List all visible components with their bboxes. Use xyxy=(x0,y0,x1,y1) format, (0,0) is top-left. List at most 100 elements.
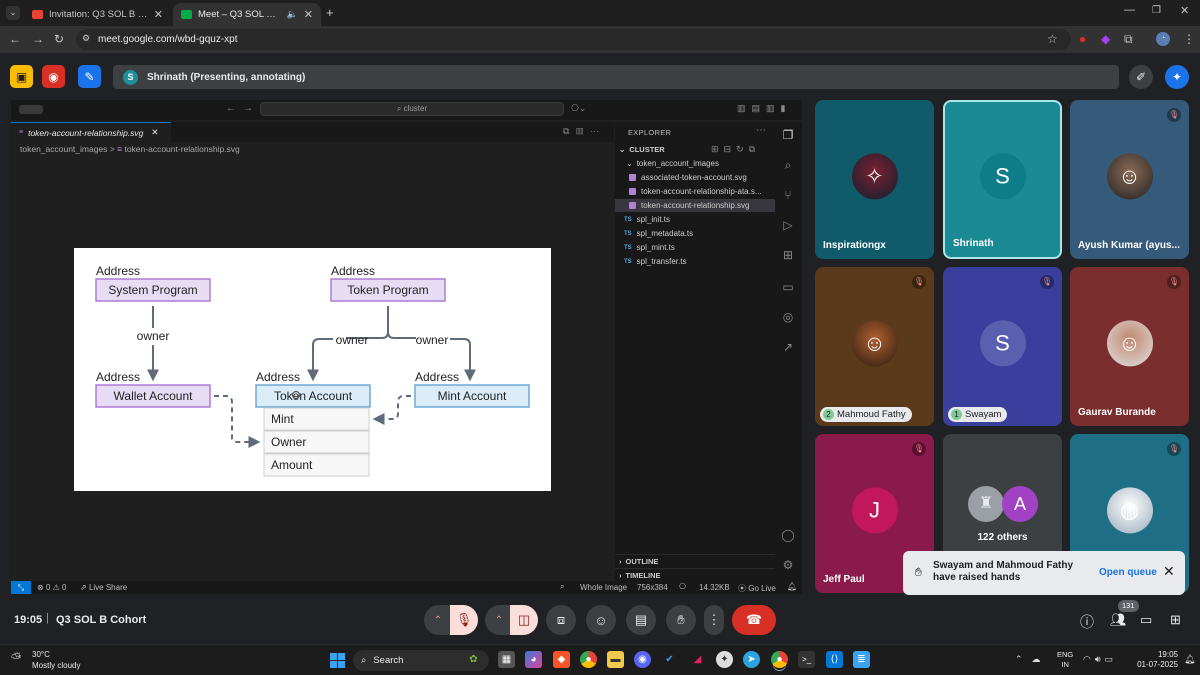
taskbar-clock[interactable]: 19:05 01-07-2025 xyxy=(1132,650,1178,670)
more-options-button[interactable]: ⋮ xyxy=(704,605,724,635)
participant-tile-gaurav[interactable]: 🎙︎ ☺ Gaurav Burande xyxy=(1070,267,1189,426)
timeline-section[interactable]: › TIMELINE xyxy=(615,568,775,581)
copilot-icon[interactable]: ⎔⌄ xyxy=(571,103,586,114)
address-bar[interactable]: meet.google.com/wbd-gquz-xpt xyxy=(76,29,1071,50)
live-share-icon[interactable]: ↗ xyxy=(781,340,795,354)
vscode-menu-icon[interactable] xyxy=(19,105,43,114)
wifi-volume-battery-icons[interactable]: ◠🔊︎▭ xyxy=(1083,654,1117,665)
record-icon[interactable]: ◉ xyxy=(42,65,65,88)
run-debug-icon[interactable]: ▷ xyxy=(781,218,795,232)
participant-tile-shrinath[interactable]: S Shrinath xyxy=(943,100,1062,259)
live-share-status[interactable]: ⇗ Live Share xyxy=(80,583,127,592)
meeting-info-icon[interactable]: ⓘ xyxy=(1080,612,1094,632)
participant-tile-mahmoud[interactable]: 🎙︎ ☺ 2 Mahmoud Fathy xyxy=(815,267,934,426)
speaker-icon[interactable]: 🔈 xyxy=(287,9,298,20)
problems-indicator[interactable]: ⊗ 0 ⚠ 0 xyxy=(37,583,66,592)
video-options-button[interactable]: ⌃ xyxy=(485,605,513,635)
file-row[interactable]: associated-token-account.svg xyxy=(615,171,775,184)
taskbar-chrome-active-icon[interactable]: ● xyxy=(771,651,788,668)
pen-annotation-icon[interactable]: ✐ xyxy=(1129,65,1153,89)
close-tab-icon[interactable]: ✕ xyxy=(304,8,313,21)
extension-red-icon[interactable]: ● xyxy=(1079,31,1086,47)
taskbar-todo-icon[interactable]: ✔ xyxy=(661,651,678,668)
taskbar-chrome-icon[interactable]: ● xyxy=(580,651,597,668)
new-tab-button[interactable]: + xyxy=(326,5,334,20)
close-window-button[interactable]: ✕ xyxy=(1180,4,1189,17)
close-toast-icon[interactable]: ✕ xyxy=(1163,563,1175,580)
extensions-icon[interactable]: ⊞ xyxy=(781,248,795,262)
open-queue-button[interactable]: Open queue xyxy=(1099,567,1157,578)
tab-gmail-invitation[interactable]: Invitation: Q3 SOL B Cohort @ ✕ xyxy=(24,3,171,26)
close-editor-icon[interactable]: ✕ xyxy=(151,127,158,138)
participant-tile-inspirationgx[interactable]: ✧ Inspirationgx xyxy=(815,100,934,259)
browser-menu-icon[interactable]: ⋮ xyxy=(1183,31,1195,47)
accounts-icon[interactable]: ◯ xyxy=(781,528,795,542)
go-live-button[interactable]: ⦿ Go Live xyxy=(738,583,776,594)
file-row-selected[interactable]: token-account-relationship.svg xyxy=(615,199,775,212)
taskbar-copilot-icon[interactable]: ◕ xyxy=(525,651,542,668)
zoom-icon[interactable]: ⌕ xyxy=(560,582,564,592)
explorer-more-icon[interactable]: ⋯ xyxy=(756,125,766,136)
taskbar-brave-icon[interactable]: ◆ xyxy=(553,651,570,668)
taskbar-app-circle-icon[interactable]: ✦ xyxy=(716,651,733,668)
file-row[interactable]: token-account-relationship-ata.s... xyxy=(615,185,775,198)
nav-back-icon[interactable]: ← xyxy=(226,103,236,114)
breadcrumb-file[interactable]: token-account-relationship.svg xyxy=(124,144,239,154)
explorer-root[interactable]: ⌄ CLUSTER ⊞⊟↻⧉ xyxy=(615,143,775,156)
reload-icon[interactable]: ↻ xyxy=(54,31,64,47)
editor-tab-svg[interactable]: ≡ token-account-relationship.svg ✕ xyxy=(11,122,171,142)
language-indicator[interactable]: ENG IN xyxy=(1057,650,1073,670)
profile-avatar[interactable]: ◔ xyxy=(1156,32,1170,46)
file-row[interactable]: TS spl_mint.ts xyxy=(615,241,775,254)
taskbar-notepad-icon[interactable]: ≣ xyxy=(853,651,870,668)
present-screen-button[interactable]: ⧈ xyxy=(546,605,576,635)
file-row[interactable]: TS spl_transfer.ts xyxy=(615,255,775,268)
taskbar-widgets-icon[interactable]: ▦ xyxy=(498,651,515,668)
stop-presenting-icon[interactable]: ▣ xyxy=(10,65,33,88)
back-icon[interactable]: ← xyxy=(9,31,21,47)
chat-icon[interactable]: ▭ xyxy=(1140,612,1152,628)
breadcrumb-folder[interactable]: token_account_images xyxy=(20,144,107,154)
extensions-puzzle-icon[interactable]: ⧉ xyxy=(1124,31,1133,47)
taskbar-discord-icon[interactable]: ◉ xyxy=(634,651,651,668)
remote-indicator-icon[interactable]: ⤡ xyxy=(11,581,31,594)
taskbar-plant-app-icon[interactable]: ✿ xyxy=(465,651,482,668)
participant-tile-ayush[interactable]: 🎙︎ ☺ Ayush Kumar (ayus... xyxy=(1070,100,1189,259)
audio-options-button[interactable]: ⌃ xyxy=(424,605,452,635)
taskbar-vscode-icon[interactable]: ⟨⟩ xyxy=(826,651,843,668)
people-icon[interactable]: 👥︎ xyxy=(1110,612,1127,628)
outline-section[interactable]: › OUTLINE xyxy=(615,554,775,567)
source-control-icon[interactable]: ⑂ xyxy=(781,188,795,202)
taskbar-telegram-icon[interactable]: ➤ xyxy=(743,651,760,668)
tab-search-icon[interactable]: ⌄ xyxy=(6,6,20,20)
taskbar-terminal-icon[interactable]: >_ xyxy=(798,651,815,668)
leave-call-button[interactable]: ☎ xyxy=(732,605,776,635)
captions-button[interactable]: ▤ xyxy=(626,605,656,635)
nav-forward-icon[interactable]: → xyxy=(243,103,253,114)
site-info-icon[interactable]: ⚙ xyxy=(82,33,90,44)
close-tab-icon[interactable]: ✕ xyxy=(154,8,163,21)
system-tray[interactable]: ⌃☁ xyxy=(1015,654,1050,665)
annotate-icon[interactable]: ✎ xyxy=(78,65,101,88)
manage-gear-icon[interactable]: ⚙ xyxy=(781,558,795,572)
remote-explorer-icon[interactable]: ▭ xyxy=(781,280,795,294)
notifications-bell-icon[interactable]: 🔔︎ xyxy=(787,582,797,591)
folder-token-account-images[interactable]: ⌄ token_account_images xyxy=(615,157,775,170)
layout-icons[interactable]: ▥▤▥▮ xyxy=(737,103,791,114)
editor-actions-icons[interactable]: ⧉▥⋯ xyxy=(563,126,606,137)
file-row[interactable]: TS spl_init.ts xyxy=(615,213,775,226)
weather-icon[interactable]: ⛅︎ xyxy=(11,650,21,666)
notification-bell-icon[interactable]: 🔔︎ xyxy=(1184,654,1195,665)
extension-purple-icon[interactable]: ◆ xyxy=(1101,31,1110,47)
activities-icon[interactable]: ⊞ xyxy=(1170,612,1181,628)
copilot-status-icon[interactable]: ⎔ xyxy=(679,582,686,591)
forward-icon[interactable]: → xyxy=(32,31,44,47)
image-view-mode[interactable]: Whole Image xyxy=(580,583,627,592)
raise-hand-button[interactable]: ✋︎ xyxy=(666,605,696,635)
bookmark-star-icon[interactable]: ☆ xyxy=(1047,31,1058,47)
gemini-sparkle-icon[interactable]: ✦ xyxy=(1165,65,1189,89)
participant-tile-swayam[interactable]: 🎙︎ S 1 Swayam xyxy=(943,267,1062,426)
start-button[interactable] xyxy=(330,653,345,668)
minimize-window-button[interactable]: — xyxy=(1124,4,1135,16)
maximize-window-button[interactable]: ❐ xyxy=(1152,5,1161,16)
